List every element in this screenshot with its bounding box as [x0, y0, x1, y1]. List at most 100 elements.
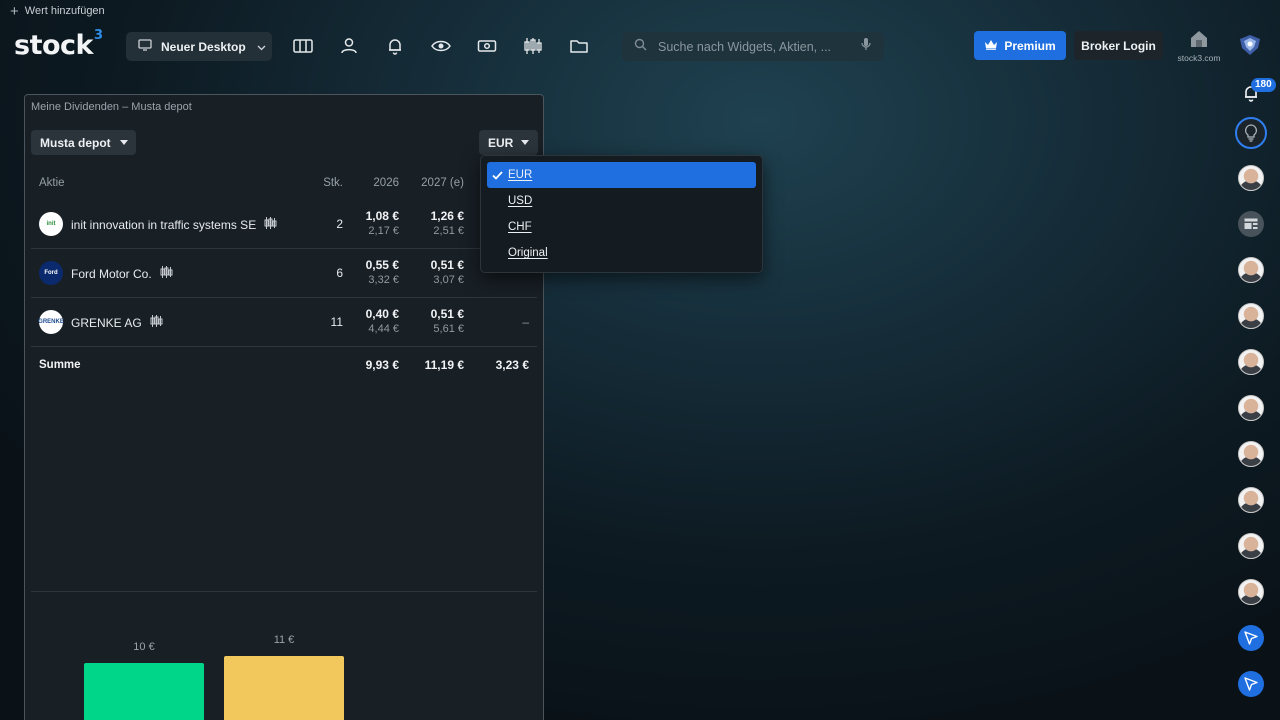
- stock3-home-link[interactable]: stock3.com: [1172, 30, 1226, 63]
- dividend-2028: –: [469, 315, 529, 329]
- chart-bar[interactable]: [224, 655, 344, 720]
- sum-2026: 9,93 €: [365, 358, 399, 372]
- checkmark-icon: [487, 170, 508, 180]
- person-icon[interactable]: [339, 36, 359, 56]
- caret-down-icon: [119, 140, 128, 145]
- analyst-avatar[interactable]: [1232, 159, 1270, 197]
- newspaper-icon: [1238, 211, 1264, 237]
- analyst-avatar[interactable]: [1232, 251, 1270, 289]
- analyst-avatar[interactable]: [1232, 573, 1270, 611]
- stock-name[interactable]: GRENKE AG: [71, 316, 142, 330]
- user-avatar[interactable]: [1238, 34, 1262, 61]
- menu-item-usd[interactable]: USD: [487, 188, 756, 214]
- analyst-avatar[interactable]: [1232, 343, 1270, 381]
- menu-item-original[interactable]: Original: [487, 240, 756, 266]
- premium-button[interactable]: Premium: [974, 31, 1066, 60]
- sum-2027: 11,19 €: [424, 358, 464, 372]
- avatar-icon: [1238, 303, 1264, 329]
- bell-icon[interactable]: [385, 36, 405, 56]
- analyst-avatar[interactable]: [1232, 389, 1270, 427]
- menu-item-label: Original: [508, 247, 548, 259]
- dividend-total: 5,61 €: [433, 323, 464, 335]
- folder-icon[interactable]: [569, 36, 589, 56]
- search-bar[interactable]: [622, 32, 884, 61]
- stock3-logo[interactable]: stock3: [14, 28, 103, 61]
- bar-value-label: 10 €: [133, 641, 155, 653]
- table-row[interactable]: GRENKE GRENKE AG 11 0,40 € 4,44 € 0,51 €…: [31, 298, 537, 347]
- site-label: stock3.com: [1177, 53, 1221, 63]
- dividend-total: 2,17 €: [368, 225, 399, 237]
- menu-item-label: USD: [508, 195, 533, 207]
- notifications-button[interactable]: 180: [1232, 76, 1276, 114]
- desktop-selector-button[interactable]: Neuer Desktop: [126, 32, 272, 61]
- send-button[interactable]: [1232, 665, 1270, 703]
- search-input[interactable]: [658, 39, 850, 54]
- currency-selector[interactable]: EUR: [479, 130, 538, 155]
- notification-count-badge: 180: [1251, 78, 1276, 92]
- microphone-icon[interactable]: [861, 37, 871, 56]
- house-icon: [1189, 31, 1209, 52]
- stock-name[interactable]: init innovation in traffic systems SE: [71, 218, 256, 232]
- chart-bar[interactable]: [84, 663, 204, 720]
- send-button[interactable]: [1232, 619, 1270, 657]
- company-logo: init: [39, 212, 63, 236]
- broker-login-button[interactable]: Broker Login: [1074, 31, 1163, 60]
- news-button[interactable]: [1232, 205, 1270, 243]
- dividend-total: 3,32 €: [368, 274, 399, 286]
- columns-icon[interactable]: [293, 36, 313, 56]
- analyst-avatar[interactable]: [1232, 435, 1270, 473]
- ideas-button[interactable]: [1232, 114, 1270, 152]
- sum-label: Summe: [39, 359, 81, 371]
- avatar-icon: [1238, 165, 1264, 191]
- stock-name[interactable]: Ford Motor Co.: [71, 267, 152, 281]
- premium-label: Premium: [1004, 38, 1056, 53]
- col-header-2027[interactable]: 2027 (e): [404, 177, 464, 189]
- dividend-2026: 0,40 € 4,44 €: [339, 307, 399, 335]
- dividend-per-share: 0,51 €: [430, 258, 464, 272]
- chart-icon[interactable]: [150, 315, 163, 330]
- analyst-avatar[interactable]: [1232, 481, 1270, 519]
- dividend-per-share: 0,40 €: [365, 307, 399, 321]
- dividend-per-share: 1,26 €: [430, 209, 464, 223]
- company-logo: GRENKE: [38, 310, 64, 334]
- avatar-icon: [1238, 579, 1264, 605]
- stock-name-cell: init innovation in traffic systems SE: [71, 217, 277, 232]
- analyst-avatar[interactable]: [1232, 527, 1270, 565]
- menu-item-label: EUR: [508, 169, 533, 181]
- col-header-2026[interactable]: 2026: [339, 177, 399, 189]
- widget-title: Meine Dividenden – Musta depot: [31, 101, 192, 113]
- dividend-2027: 1,26 € 2,51 €: [404, 209, 464, 237]
- dividends-widget: Meine Dividenden – Musta depot Musta dep…: [24, 94, 544, 720]
- dividend-per-share: 0,51 €: [430, 307, 464, 321]
- eye-icon[interactable]: [431, 36, 451, 56]
- chart-icon[interactable]: [264, 217, 277, 232]
- chart-divider: [31, 591, 537, 592]
- table-row[interactable]: init init innovation in traffic systems …: [31, 200, 537, 249]
- monitor-icon: [138, 39, 152, 54]
- search-icon: [634, 38, 647, 56]
- menu-item-eur[interactable]: EUR: [487, 162, 756, 188]
- table-row[interactable]: Ford Ford Motor Co. 6 0,55 € 3,32 € 0,51…: [31, 249, 537, 298]
- menu-item-chf[interactable]: CHF: [487, 214, 756, 240]
- money-icon[interactable]: [477, 36, 497, 56]
- send-icon: [1238, 625, 1264, 651]
- caret-down-icon: [521, 140, 530, 145]
- candlestick-icon[interactable]: [523, 36, 543, 56]
- depot-selector[interactable]: Musta depot: [31, 130, 136, 155]
- dividend-total: 4,44 €: [368, 323, 399, 335]
- dividend-total: 2,51 €: [433, 225, 464, 237]
- dividend-total: 3,07 €: [433, 274, 464, 286]
- chart-icon[interactable]: [160, 266, 173, 281]
- avatar-icon: [1238, 441, 1264, 467]
- plus-icon: +: [10, 2, 19, 20]
- stock-name-cell: Ford Motor Co.: [71, 266, 173, 281]
- add-value-button[interactable]: + Wert hinzufügen: [10, 2, 105, 20]
- analyst-avatar[interactable]: [1232, 297, 1270, 335]
- dividend-2026: 0,55 € 3,32 €: [339, 258, 399, 286]
- avatar-icon: [1238, 349, 1264, 375]
- col-header-aktie[interactable]: Aktie: [39, 177, 65, 189]
- dividend-2026: 1,08 € 2,17 €: [339, 209, 399, 237]
- chevron-down-icon: [257, 40, 266, 54]
- dividend-empty: –: [522, 315, 529, 329]
- currency-label: EUR: [488, 135, 514, 150]
